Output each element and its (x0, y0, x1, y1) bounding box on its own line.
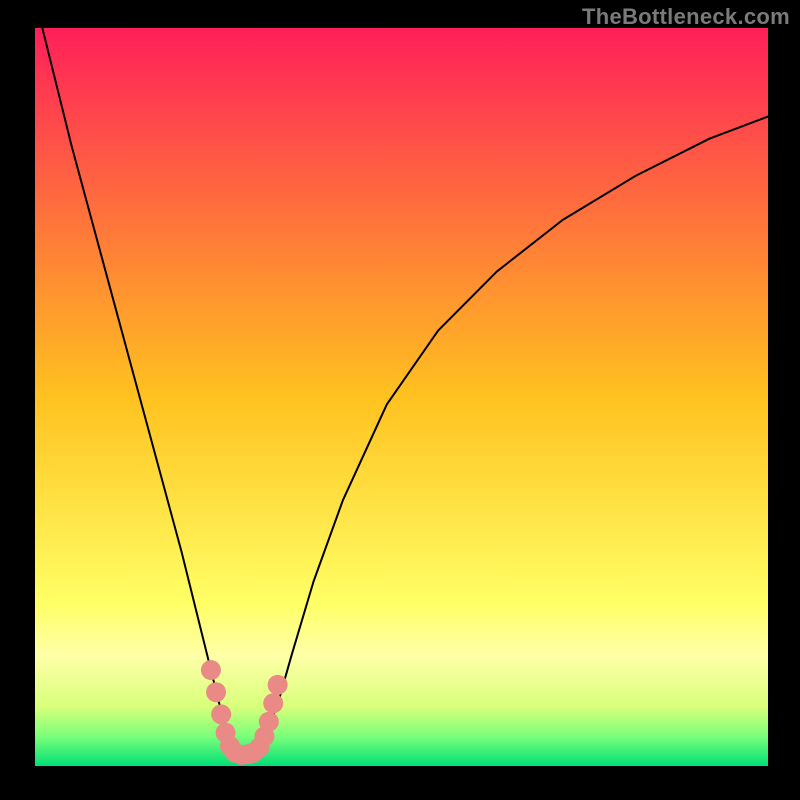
highlight-dot (211, 704, 231, 724)
chart-frame: TheBottleneck.com (0, 0, 800, 800)
highlight-dot (259, 712, 279, 732)
chart-svg (0, 0, 800, 800)
highlight-dot (263, 693, 283, 713)
highlight-dot (268, 675, 288, 695)
highlight-dot (206, 682, 226, 702)
plot-background (35, 28, 768, 766)
highlight-dot (201, 660, 221, 680)
